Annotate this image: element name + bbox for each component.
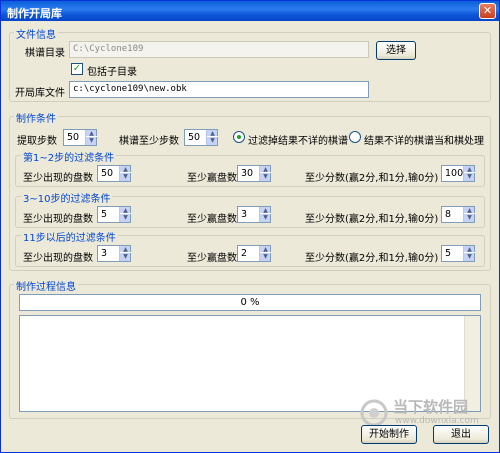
spin-down-icon[interactable]: ▼ xyxy=(207,137,218,144)
opening-file-field[interactable]: c:\cyclone109\new.obk xyxy=(69,81,369,98)
min-steps-label: 棋谱至少步数 xyxy=(119,136,179,147)
spin-up-icon[interactable]: ▲ xyxy=(207,130,218,137)
extract-steps-label: 提取步数 xyxy=(17,136,57,147)
min-wins-value: 2 xyxy=(241,248,248,259)
board-dir-field[interactable]: C:\Cyclone109 xyxy=(69,41,369,58)
watermark-logo-icon xyxy=(360,399,388,427)
spin-up-icon[interactable]: ▲ xyxy=(464,207,475,214)
process-legend: 制作过程信息 xyxy=(14,278,78,293)
spin-down-icon[interactable]: ▼ xyxy=(260,253,271,260)
filter-unknown-radio[interactable] xyxy=(233,131,245,143)
min-wins-label: 至少赢盘数 xyxy=(187,253,237,264)
title-bar[interactable]: 制作开局库 xyxy=(1,1,499,21)
filter-unknown-label: 过滤掉结果不详的棋谱 xyxy=(248,136,348,147)
conditions-legend: 制作条件 xyxy=(14,110,58,125)
min-appear-value: 50 xyxy=(101,168,114,179)
extract-steps-value: 50 xyxy=(67,132,80,143)
opening-file-label: 开局库文件 xyxy=(15,88,65,99)
progress-bar: 0 % xyxy=(19,294,481,311)
min-wins-stepper[interactable]: 2 ▲ ▼ xyxy=(237,245,271,262)
browse-button[interactable]: 选择 xyxy=(376,41,416,60)
spin-up-icon[interactable]: ▲ xyxy=(120,246,131,253)
board-dir-label: 棋谱目录 xyxy=(25,48,65,59)
file-info-legend: 文件信息 xyxy=(14,26,58,41)
spin-up-icon[interactable]: ▲ xyxy=(260,246,271,253)
min-score-value: 100 xyxy=(445,168,464,179)
spin-down-icon[interactable]: ▼ xyxy=(464,214,475,221)
extract-steps-stepper[interactable]: 50 ▲ ▼ xyxy=(63,129,97,146)
dialog-window: 制作开局库 ✕ 文件信息 棋谱目录 C:\Cyclone109 选择 ✓ 包括子… xyxy=(0,0,500,453)
min-score-stepper[interactable]: 5 ▲ ▼ xyxy=(441,245,475,262)
progress-text: 0 % xyxy=(240,297,260,308)
include-subdir-checkbox[interactable]: ✓ xyxy=(71,63,83,75)
spin-up-icon[interactable]: ▲ xyxy=(86,130,97,137)
spin-down-icon[interactable]: ▼ xyxy=(86,137,97,144)
spin-up-icon[interactable]: ▲ xyxy=(120,207,131,214)
include-subdir-label: 包括子目录 xyxy=(87,67,137,78)
spin-down-icon[interactable]: ▼ xyxy=(260,173,271,180)
exit-button[interactable]: 退出 xyxy=(433,425,489,444)
min-wins-label: 至少赢盘数 xyxy=(187,214,237,225)
filter-group-3-legend: 11步以后的过滤条件 xyxy=(21,229,118,244)
min-appear-label: 至少出现的盘数 xyxy=(23,173,93,184)
unknown-as-draw-radio[interactable] xyxy=(349,131,361,143)
watermark-brand: 当下软件园 xyxy=(393,398,469,416)
min-appear-value: 3 xyxy=(101,248,108,259)
min-wins-value: 3 xyxy=(241,209,248,220)
min-score-label: 至少分数(赢2分,和1分,输0分) xyxy=(305,173,439,184)
unknown-as-draw-label: 结果不详的棋谱当和棋处理 xyxy=(364,136,484,147)
min-appear-value: 5 xyxy=(101,209,108,220)
spin-up-icon[interactable]: ▲ xyxy=(464,246,475,253)
spin-down-icon[interactable]: ▼ xyxy=(120,214,131,221)
min-wins-stepper[interactable]: 3 ▲ ▼ xyxy=(237,206,271,223)
spin-down-icon[interactable]: ▼ xyxy=(260,214,271,221)
min-appear-label: 至少出现的盘数 xyxy=(23,253,93,264)
filter-group-2-legend: 3~10步的过滤条件 xyxy=(21,190,113,205)
min-wins-stepper[interactable]: 30 ▲ ▼ xyxy=(237,165,271,182)
window-title: 制作开局库 xyxy=(7,7,62,20)
min-steps-value: 50 xyxy=(188,132,201,143)
spin-down-icon[interactable]: ▼ xyxy=(464,253,475,260)
spin-up-icon[interactable]: ▲ xyxy=(260,207,271,214)
spin-up-icon[interactable]: ▲ xyxy=(260,166,271,173)
spin-up-icon[interactable]: ▲ xyxy=(464,166,475,173)
min-appear-stepper[interactable]: 50 ▲ ▼ xyxy=(97,165,131,182)
min-appear-stepper[interactable]: 3 ▲ ▼ xyxy=(97,245,131,262)
spin-down-icon[interactable]: ▼ xyxy=(120,253,131,260)
min-steps-stepper[interactable]: 50 ▲ ▼ xyxy=(184,129,218,146)
min-appear-stepper[interactable]: 5 ▲ ▼ xyxy=(97,206,131,223)
min-score-label: 至少分数(赢2分,和1分,输0分) xyxy=(305,214,439,225)
spin-down-icon[interactable]: ▼ xyxy=(464,173,475,180)
min-score-label: 至少分数(赢2分,和1分,输0分) xyxy=(305,253,439,264)
min-score-value: 8 xyxy=(445,209,452,220)
min-appear-label: 至少出现的盘数 xyxy=(23,214,93,225)
start-button[interactable]: 开始制作 xyxy=(361,425,417,444)
min-score-stepper[interactable]: 8 ▲ ▼ xyxy=(441,206,475,223)
min-score-value: 5 xyxy=(445,248,452,259)
close-button[interactable]: ✕ xyxy=(479,3,496,19)
min-wins-label: 至少赢盘数 xyxy=(187,173,237,184)
spin-up-icon[interactable]: ▲ xyxy=(120,166,131,173)
filter-group-1-legend: 第1~2步的过滤条件 xyxy=(21,149,117,164)
min-score-stepper[interactable]: 100 ▲ ▼ xyxy=(441,165,475,182)
spin-down-icon[interactable]: ▼ xyxy=(120,173,131,180)
min-wins-value: 30 xyxy=(241,168,254,179)
